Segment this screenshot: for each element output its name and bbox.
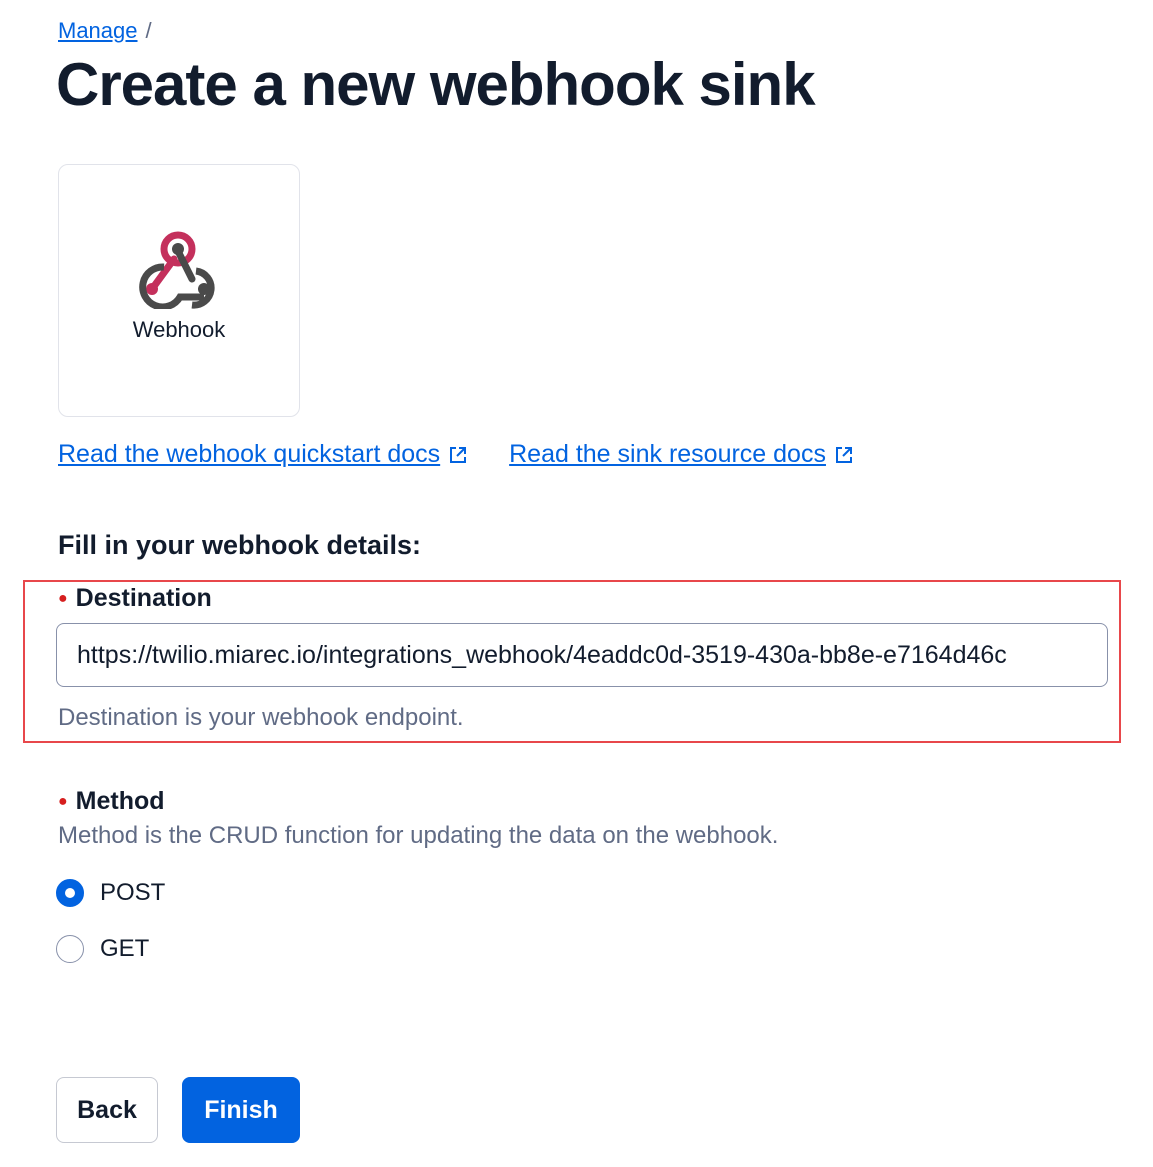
- destination-label-text: Destination: [75, 584, 212, 612]
- breadcrumb: Manage /: [58, 18, 152, 44]
- destination-input[interactable]: [56, 623, 1108, 687]
- required-indicator: ●: [58, 590, 68, 608]
- post-radio[interactable]: [56, 879, 84, 907]
- breadcrumb-manage-link[interactable]: Manage: [58, 18, 138, 43]
- destination-help-text: Destination is your webhook endpoint.: [58, 704, 464, 731]
- post-radio-label: POST: [100, 879, 166, 906]
- method-label-text: Method: [75, 787, 165, 815]
- doc-links: Read the webhook quickstart docs Read th…: [58, 440, 854, 469]
- get-radio[interactable]: [56, 935, 84, 963]
- webhook-quickstart-docs-label: Read the webhook quickstart docs: [58, 440, 441, 468]
- destination-label: ● Destination: [58, 584, 212, 613]
- external-link-icon: [835, 446, 852, 463]
- finish-button[interactable]: Finish: [182, 1077, 300, 1143]
- webhook-card[interactable]: Webhook: [58, 164, 300, 417]
- webhook-card-label: Webhook: [132, 317, 226, 342]
- webhook-quickstart-docs-link[interactable]: Read the webhook quickstart docs: [58, 440, 468, 469]
- sink-resource-docs-label: Read the sink resource docs: [509, 440, 826, 468]
- method-option-post[interactable]: POST: [56, 879, 165, 907]
- form-section-title: Fill in your webhook details:: [58, 530, 422, 560]
- method-help-text: Method is the CRUD function for updating…: [58, 822, 779, 849]
- method-label: ● Method: [58, 787, 165, 816]
- required-indicator: ●: [58, 793, 68, 811]
- external-link-icon: [450, 446, 467, 463]
- breadcrumb-separator: /: [145, 18, 152, 43]
- back-button[interactable]: Back: [56, 1077, 158, 1143]
- method-option-get[interactable]: GET: [56, 935, 149, 963]
- webhook-icon: [139, 231, 215, 309]
- get-radio-label: GET: [100, 935, 150, 962]
- page-title: Create a new webhook sink: [56, 51, 816, 118]
- sink-resource-docs-link[interactable]: Read the sink resource docs: [509, 440, 854, 469]
